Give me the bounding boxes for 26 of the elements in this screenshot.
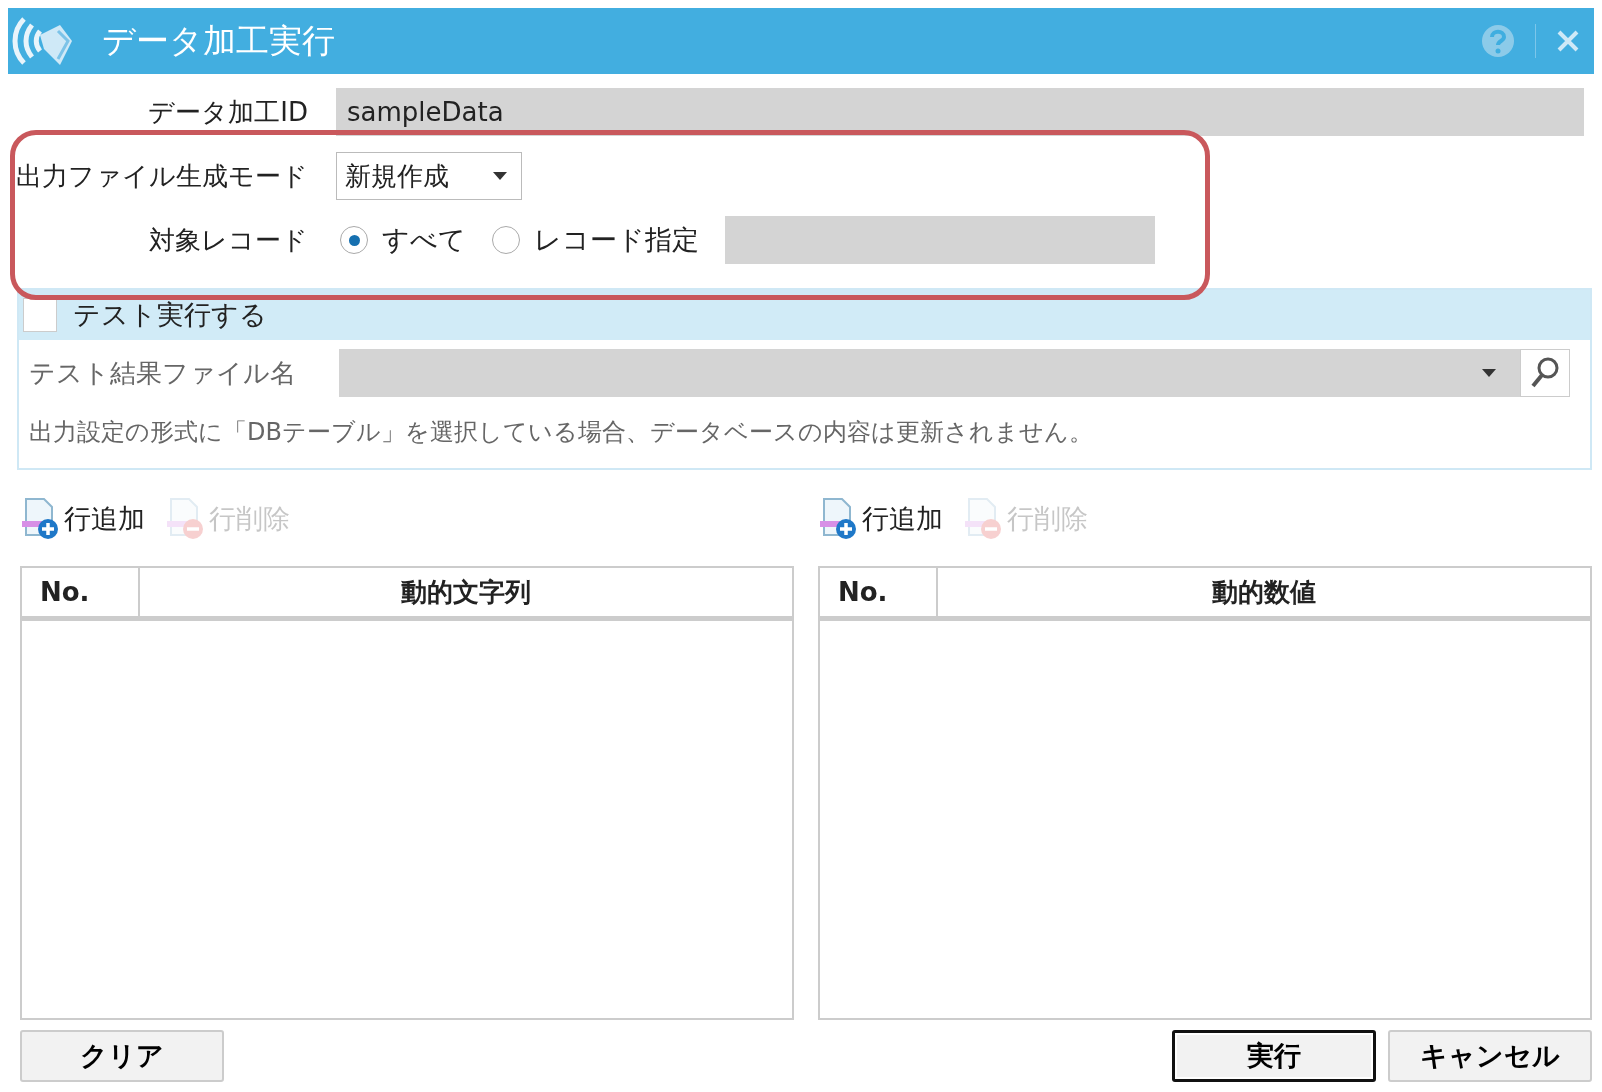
window-title: データ加工実行 bbox=[102, 19, 335, 62]
column-header[interactable]: No. bbox=[820, 568, 938, 616]
field-label: テスト結果ファイル名 bbox=[29, 356, 297, 390]
column-header[interactable]: 動的数値 bbox=[938, 568, 1590, 616]
mode-dropdown[interactable]: 新規作成 bbox=[336, 152, 522, 200]
radio-option[interactable]: すべて bbox=[340, 222, 466, 258]
column-header[interactable]: No. bbox=[22, 568, 140, 616]
add-row-button[interactable]: 行追加 bbox=[20, 497, 145, 541]
help-icon[interactable] bbox=[1481, 24, 1515, 58]
radio-option[interactable]: レコード指定 bbox=[492, 222, 699, 258]
add-row-button[interactable]: 行追加 bbox=[818, 497, 943, 541]
search-icon bbox=[1530, 356, 1560, 390]
search-button[interactable] bbox=[1520, 349, 1570, 397]
field-label: データ加工ID bbox=[147, 95, 309, 129]
field-label: 出力ファイル生成モード bbox=[15, 159, 309, 193]
clear-button[interactable]: クリア bbox=[20, 1030, 224, 1082]
caret-icon bbox=[493, 172, 507, 180]
cancel-button[interactable]: キャンセル bbox=[1388, 1030, 1592, 1082]
info-note: 出力設定の形式に「DBテーブル」を選択している場合、データベースの内容は更新されません。 bbox=[29, 417, 1094, 448]
execute-button[interactable]: 実行 bbox=[1172, 1030, 1376, 1082]
caret-icon bbox=[1482, 369, 1496, 377]
column-header[interactable]: 動的文字列 bbox=[140, 568, 792, 616]
test-run-checkbox[interactable]: テスト実行する bbox=[19, 297, 267, 333]
field-label: 対象レコード bbox=[148, 223, 309, 257]
result-file-field[interactable] bbox=[339, 349, 1520, 397]
close-icon[interactable] bbox=[1556, 29, 1580, 53]
